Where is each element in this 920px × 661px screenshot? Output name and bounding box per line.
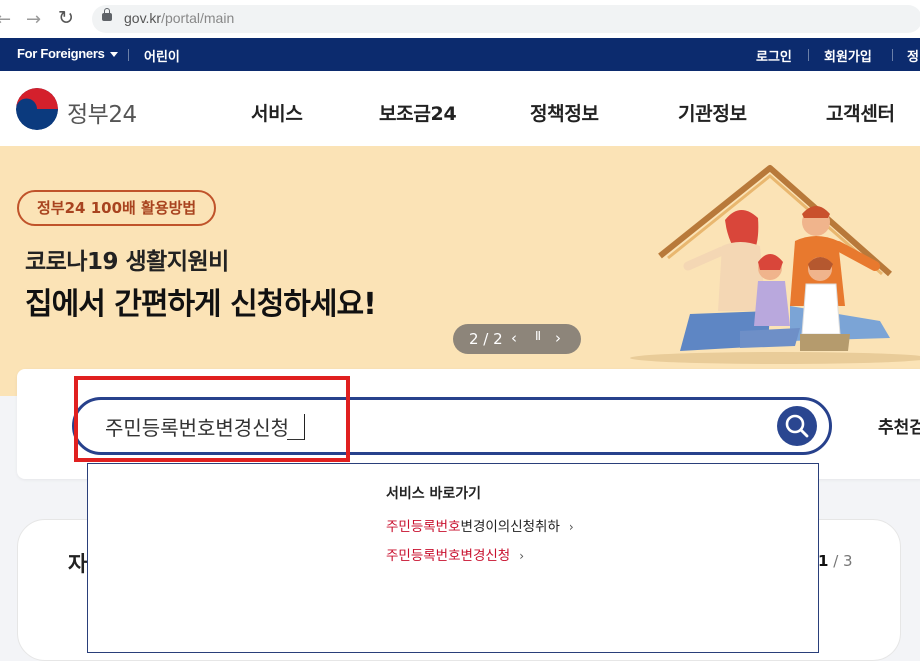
utility-bar: For Foreigners 어린이 로그인 회원가입 정 — [0, 38, 920, 71]
annotation-highlight-box — [74, 376, 350, 462]
reload-icon[interactable]: ↻ — [58, 7, 74, 29]
recommended-search-label: 추천검 — [878, 418, 920, 438]
banner-subtitle: 코로나19 생활지원비 — [25, 249, 229, 275]
promo-banner[interactable]: 정부24 100배 활용방법 코로나19 생활지원비 집에서 간편하게 신청하세… — [0, 146, 920, 396]
divider — [892, 49, 893, 61]
join-link[interactable]: 회원가입 — [824, 46, 872, 65]
autocomplete-dropdown: 서비스 바로가기 주민등록번호변경이의신청취하 › 주민등록번호변경신청 › — [87, 463, 819, 653]
suggestion-item[interactable]: 주민등록번호변경이의신청취하 › — [386, 515, 574, 535]
suggestion-match: 주민등록번호변경신청 — [386, 548, 511, 564]
caret-down-icon — [109, 52, 118, 58]
chevron-right-icon: › — [568, 520, 574, 534]
suggestion-item[interactable]: 주민등록번호변경신청 › — [386, 544, 524, 564]
banner-guide-button[interactable]: 정부24 100배 활용방법 — [17, 190, 217, 226]
lock-icon — [102, 8, 112, 21]
arrow-right-icon[interactable]: → — [26, 9, 41, 30]
chevron-left-icon[interactable]: ‹ — [511, 329, 517, 347]
banner-page-counter: 2 / 2 — [469, 330, 503, 348]
banner-pager: 2 / 2 ‹ II › — [453, 324, 581, 354]
divider — [808, 49, 809, 61]
login-link[interactable]: 로그인 — [756, 46, 792, 65]
chevron-right-icon: › — [519, 549, 525, 563]
chevron-right-icon[interactable]: › — [555, 329, 561, 347]
nav-agency-info[interactable]: 기관정보 — [678, 99, 747, 126]
family-house-illustration — [630, 165, 920, 364]
nav-policy-info[interactable]: 정책정보 — [530, 99, 599, 126]
site-header: 정부24 서비스 보조금24 정책정보 기관정보 고객센터 — [0, 71, 920, 147]
dropdown-section-title: 서비스 바로가기 — [386, 486, 482, 502]
suggestion-match: 주민등록번호 — [386, 519, 461, 535]
nav-customer-center[interactable]: 고객센터 — [826, 99, 895, 126]
suggestion-rest: 변경이의신청취하 — [460, 519, 560, 535]
banner-title: 집에서 간편하게 신청하세요! — [25, 287, 377, 322]
kids-link[interactable]: 어린이 — [144, 46, 180, 65]
utility-link-cut[interactable]: 정 — [907, 46, 919, 65]
search-button[interactable] — [777, 406, 817, 446]
site-logo-text[interactable]: 정부24 — [67, 95, 137, 129]
nav-services[interactable]: 서비스 — [251, 99, 303, 126]
for-foreigners-dropdown[interactable]: For Foreigners — [17, 46, 118, 61]
divider — [128, 49, 129, 61]
content-card-pagination: 1 / 3 — [818, 552, 853, 570]
pause-icon[interactable]: II — [535, 329, 541, 343]
content-card-title: 자 — [68, 552, 88, 576]
search-icon — [785, 414, 809, 438]
url-text: gov.kr/portal/main — [124, 10, 235, 26]
taegeuk-logo-icon[interactable] — [16, 88, 58, 130]
browser-toolbar: ← → ↻ gov.kr/portal/main — [0, 0, 920, 39]
nav-subsidy24[interactable]: 보조금24 — [379, 99, 457, 126]
arrow-left-icon[interactable]: ← — [0, 9, 11, 30]
address-bar[interactable]: gov.kr/portal/main — [92, 5, 920, 33]
